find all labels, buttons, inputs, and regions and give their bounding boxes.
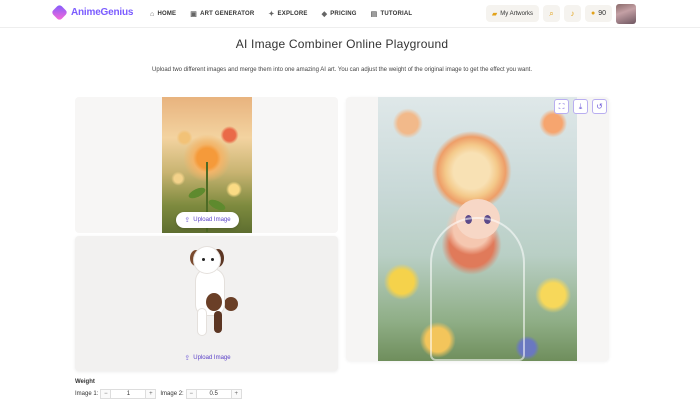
avatar[interactable] bbox=[616, 4, 636, 24]
upload-image-button-2[interactable]: ⇪ Upload Image bbox=[176, 351, 239, 365]
nav-pricing[interactable]: ◆ PRICING bbox=[322, 10, 357, 18]
weight-row: Image 1: − 1 + Image 2: − 0.5 + bbox=[75, 389, 246, 399]
upload-image-label-2: Upload Image bbox=[193, 355, 231, 361]
upload-image-button-1[interactable]: ⇪ Upload Image bbox=[176, 212, 239, 228]
nav-art-generator-label: ART GENERATOR bbox=[200, 11, 255, 17]
main-nav: ⌂ HOME ▣ ART GENERATOR ✦ EXPLORE ◆ PRICI… bbox=[150, 0, 426, 28]
search-button[interactable]: ⌕ bbox=[542, 5, 560, 22]
leaf bbox=[207, 197, 227, 213]
image2-weight-label: Image 2: bbox=[160, 391, 184, 397]
image-icon: ▣ bbox=[190, 11, 198, 18]
nav-tutorial[interactable]: ▤ TUTORIAL bbox=[371, 10, 413, 18]
uploaded-image-dog bbox=[178, 247, 240, 337]
image2-weight-input[interactable]: 0.5 bbox=[196, 389, 231, 399]
dog-leg bbox=[198, 309, 206, 335]
download-icon: ⤓ bbox=[578, 101, 583, 111]
my-artworks-button[interactable]: ▰ My Artworks bbox=[485, 5, 539, 22]
page-subtitle: Upload two different images and merge th… bbox=[151, 67, 532, 73]
folder-icon: ▰ bbox=[491, 10, 498, 18]
image1-weight-label: Image 1: bbox=[75, 391, 99, 397]
coin-count: 90 bbox=[598, 10, 606, 17]
dog-leg bbox=[214, 311, 222, 333]
upload-image-label-1: Upload Image bbox=[193, 217, 231, 223]
nav-home[interactable]: ⌂ HOME bbox=[150, 11, 176, 18]
nav-art-generator[interactable]: ▣ ART GENERATOR bbox=[190, 10, 254, 18]
nav-explore[interactable]: ✦ EXPLORE bbox=[268, 10, 307, 18]
upload-icon: ⇪ bbox=[184, 355, 191, 362]
bell-icon: ♪ bbox=[570, 9, 575, 18]
logo-text: AnimeGenius bbox=[71, 7, 134, 18]
coin-icon: ● bbox=[590, 10, 596, 17]
fullscreen-button[interactable]: ⛶ bbox=[554, 99, 569, 114]
header-tools: ▰ My Artworks ⌕ ♪ ● 90 bbox=[482, 5, 636, 22]
logo[interactable]: AnimeGenius bbox=[51, 4, 134, 21]
weight-label: Weight bbox=[75, 379, 95, 385]
top-header: AnimeGenius ⌂ HOME ▣ ART GENERATOR ✦ EXP… bbox=[0, 0, 700, 28]
result-toolbar: ⛶ ⤓ ↺ bbox=[554, 99, 611, 114]
history-icon: ↺ bbox=[596, 102, 603, 111]
image2-decrement-button[interactable]: − bbox=[185, 389, 197, 399]
image1-decrement-button[interactable]: − bbox=[100, 389, 112, 399]
glass-vase bbox=[430, 217, 525, 361]
image1-weight-stepper: − 1 + bbox=[100, 389, 157, 399]
image1-weight-input[interactable]: 1 bbox=[111, 389, 146, 399]
nav-tutorial-label: TUTORIAL bbox=[380, 11, 413, 17]
image2-increment-button[interactable]: + bbox=[230, 389, 242, 399]
home-icon: ⌂ bbox=[150, 10, 155, 18]
image1-increment-button[interactable]: + bbox=[145, 389, 157, 399]
dog-spot bbox=[206, 293, 222, 311]
nav-pricing-label: PRICING bbox=[330, 11, 357, 17]
dog-head bbox=[194, 247, 220, 273]
download-button[interactable]: ⤓ bbox=[573, 99, 588, 114]
upload-icon: ⇪ bbox=[184, 217, 191, 224]
compass-icon: ✦ bbox=[268, 11, 275, 18]
result-image bbox=[378, 97, 577, 361]
notifications-button[interactable]: ♪ bbox=[563, 5, 581, 22]
dog-eye bbox=[211, 258, 214, 261]
history-button[interactable]: ↺ bbox=[592, 99, 607, 114]
search-icon: ⌕ bbox=[549, 8, 554, 18]
logo-mark-icon bbox=[51, 4, 68, 21]
leaf bbox=[187, 185, 207, 201]
dog-eye bbox=[202, 258, 205, 261]
coin-balance[interactable]: ● 90 bbox=[584, 5, 612, 22]
nav-explore-label: EXPLORE bbox=[277, 11, 308, 17]
image2-weight-stepper: − 0.5 + bbox=[185, 389, 242, 399]
page-title: AI Image Combiner Online Playground bbox=[235, 37, 449, 51]
dog-tail bbox=[224, 297, 238, 311]
my-artworks-label: My Artworks bbox=[500, 10, 533, 17]
fullscreen-icon: ⛶ bbox=[558, 101, 565, 111]
nav-home-label: HOME bbox=[157, 11, 177, 17]
diamond-icon: ◆ bbox=[321, 11, 328, 18]
book-icon: ▤ bbox=[370, 11, 378, 18]
